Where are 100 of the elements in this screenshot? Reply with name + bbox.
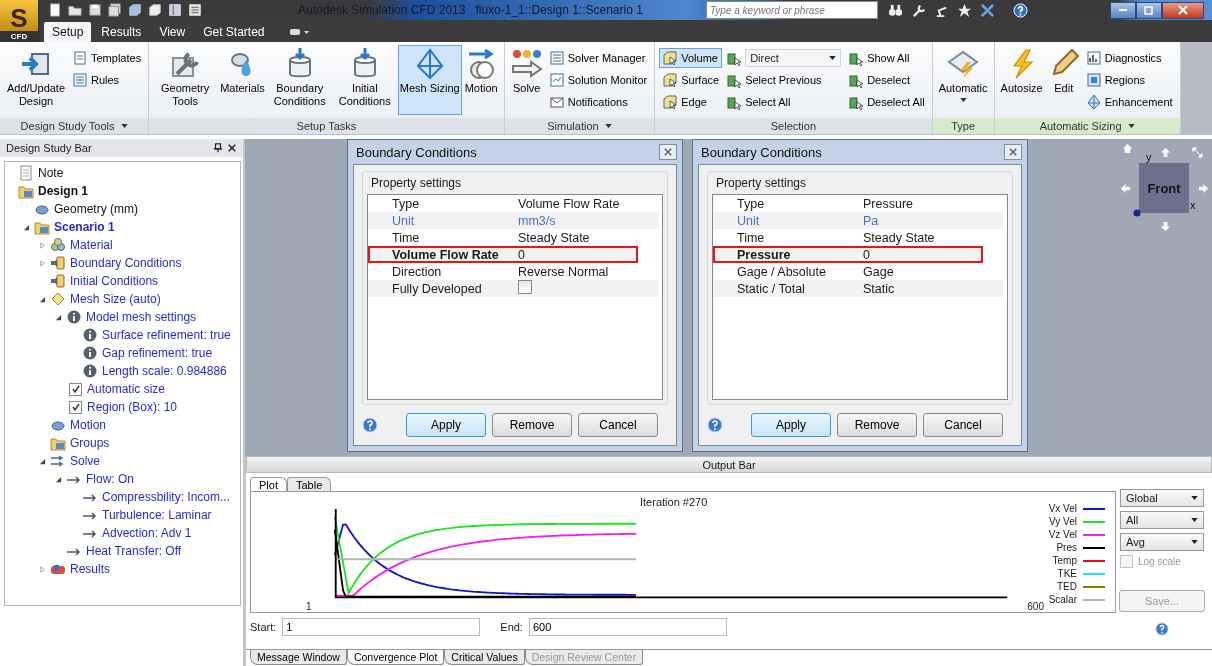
cube-icon[interactable] — [148, 3, 162, 17]
tree-item[interactable]: Motion — [70, 418, 107, 432]
dialog-button[interactable]: Apply — [406, 413, 486, 437]
end-field[interactable]: 600 — [528, 618, 727, 636]
expander-icon[interactable] — [39, 457, 46, 465]
property-row[interactable]: Direction Reverse Normal — [368, 263, 658, 280]
tree-item[interactable]: Groups — [70, 436, 110, 450]
expander-icon[interactable] — [23, 223, 30, 231]
dropdown[interactable]: All — [1120, 511, 1204, 529]
tree-item[interactable]: Length scale: 0.984886 — [102, 364, 227, 378]
ribbon-button[interactable]: Autosize — [998, 45, 1045, 115]
property-value[interactable]: Pa — [859, 213, 879, 228]
dialog-button[interactable]: Remove — [492, 413, 572, 437]
binoculars-icon[interactable] — [888, 2, 903, 18]
pin-icon[interactable] — [213, 143, 223, 153]
model-viewport[interactable] — [245, 139, 1212, 456]
ribbon-button[interactable]: Notifications — [545, 92, 651, 112]
property-row[interactable]: Fully Developed — [368, 280, 658, 297]
property-row[interactable]: Type Pressure — [713, 195, 1003, 212]
ribbon-button[interactable]: Motion — [462, 45, 500, 115]
ribbon-button[interactable]: Regions — [1082, 70, 1176, 90]
tree-item[interactable]: Turbulence: Laminar — [102, 508, 212, 522]
property-value[interactable]: Steady State — [514, 230, 590, 245]
cube-cursor-icon[interactable] — [128, 3, 142, 17]
property-row[interactable]: Static / Total Static — [713, 280, 1003, 297]
star-icon[interactable] — [957, 2, 972, 18]
property-row[interactable]: Unit Pa — [713, 212, 1003, 229]
dialog-button[interactable]: Cancel — [578, 413, 658, 437]
ribbon-tab[interactable]: Get Started — [195, 22, 273, 42]
ribbon-tab[interactable]: Setup — [44, 22, 92, 42]
dropdown[interactable]: Avg — [1120, 533, 1204, 551]
tree-item[interactable]: Surface refinement: true — [102, 328, 231, 342]
minimize-button[interactable] — [1110, 1, 1136, 19]
output-tab[interactable]: Critical Values — [444, 650, 525, 665]
group-label[interactable]: Simulation — [504, 118, 655, 134]
ribbon-button[interactable]: Edge — [659, 92, 723, 112]
search-field[interactable]: Type a keyword or phrase — [706, 1, 878, 19]
close-button[interactable] — [1004, 144, 1022, 160]
ribbon-button[interactable]: Initial Conditions — [332, 45, 397, 115]
ribbon-tab[interactable]: View — [151, 22, 194, 42]
tree-item[interactable]: Solve — [70, 454, 101, 468]
tree-item[interactable]: Note — [38, 166, 64, 180]
output-tab[interactable]: Message Window — [250, 650, 347, 665]
wrench-icon[interactable] — [911, 2, 926, 18]
ribbon-button[interactable]: Select Previous — [723, 70, 845, 90]
close-button[interactable] — [659, 144, 677, 160]
dropdown[interactable]: Global — [1120, 489, 1204, 507]
ribbon-button[interactable]: Deselect — [845, 70, 928, 90]
ribbon-button[interactable]: Solve — [508, 45, 545, 115]
display-menu-icon[interactable] — [288, 26, 311, 38]
tree-item[interactable]: Automatic size — [87, 382, 166, 396]
checkbox[interactable] — [518, 280, 532, 294]
tree-checkbox[interactable] — [69, 400, 82, 414]
new-file-icon[interactable] — [48, 3, 62, 17]
dialog-button[interactable]: Remove — [837, 413, 917, 437]
close-button[interactable] — [1162, 1, 1204, 19]
ribbon-button[interactable]: Add/Update Design — [4, 45, 68, 115]
folder-icon[interactable] — [68, 3, 82, 17]
view-cube[interactable]: Front — [1139, 163, 1189, 213]
layout-icon[interactable] — [188, 3, 202, 17]
property-value[interactable]: 0 — [859, 247, 870, 262]
property-value[interactable]: Steady State — [859, 230, 935, 245]
property-value[interactable]: Gage — [859, 264, 894, 279]
group-label[interactable]: Automatic Sizing — [994, 118, 1180, 134]
group-label[interactable]: Selection — [655, 118, 932, 134]
plot-tab[interactable]: Plot — [250, 477, 287, 491]
tree-item[interactable]: Heat Transfer: Off — [86, 544, 182, 558]
ribbon-button[interactable]: Enhancement — [1082, 92, 1176, 112]
property-value[interactable]: mm3/s — [514, 213, 556, 228]
ribbon-button[interactable]: Automatic — [936, 45, 990, 115]
ribbon-button[interactable]: Edit — [1045, 45, 1082, 115]
property-row[interactable]: Type Volume Flow Rate — [368, 195, 658, 212]
tree-item[interactable]: Design 1 — [38, 184, 88, 198]
start-field[interactable]: 1 — [282, 618, 481, 636]
ribbon-button[interactable]: Solution Monitor — [545, 70, 651, 90]
ribbon-button[interactable]: Deselect All — [845, 92, 928, 112]
ribbon-button[interactable]: Geometry Tools — [153, 45, 218, 115]
ribbon-button[interactable]: Templates — [69, 48, 145, 68]
group-label[interactable]: Design Study Tools — [0, 118, 149, 134]
selection-dropdown[interactable]: Direct — [745, 49, 842, 67]
ribbon-button[interactable]: Boundary Conditions — [267, 45, 332, 115]
property-row[interactable]: Time Steady State — [713, 229, 1003, 246]
cross-logo-icon[interactable] — [980, 2, 995, 18]
caret-icon[interactable] — [120, 124, 128, 128]
ribbon-button[interactable]: Diagnostics — [1082, 48, 1176, 68]
property-value[interactable]: 0 — [514, 247, 525, 262]
tree-item[interactable]: Scenario 1 — [54, 220, 115, 234]
property-value[interactable]: Volume Flow Rate — [514, 196, 620, 211]
property-row[interactable]: Gage / Absolute Gage — [713, 263, 1003, 280]
expander-icon[interactable] — [39, 295, 46, 303]
tree-item[interactable]: Gap refinement: true — [102, 346, 213, 360]
group-label[interactable]: Setup Tasks — [149, 118, 504, 134]
save-all-icon[interactable] — [108, 3, 122, 17]
ribbon-button[interactable]: Select All — [723, 92, 845, 112]
group-label[interactable]: Type — [932, 118, 994, 134]
tree-item[interactable]: Model mesh settings — [86, 310, 197, 324]
property-value[interactable]: Reverse Normal — [514, 264, 609, 279]
restore-button[interactable] — [1136, 1, 1162, 19]
tree-item[interactable]: Region (Box): 10 — [87, 400, 178, 414]
property-row[interactable]: Unit mm3/s — [368, 212, 658, 229]
